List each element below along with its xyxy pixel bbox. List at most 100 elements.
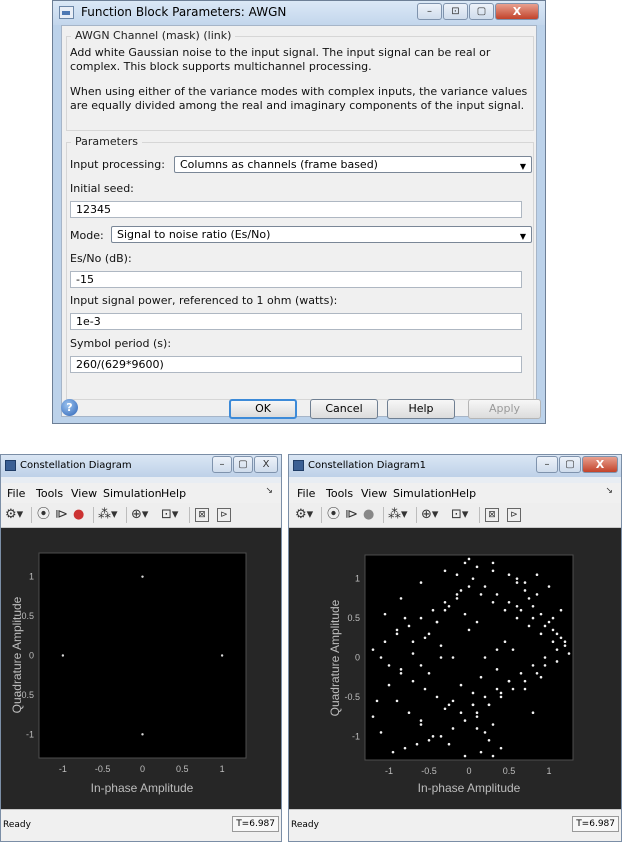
stop-icon[interactable]: ●: [363, 507, 374, 523]
close-button[interactable]: X: [582, 456, 618, 473]
apply-button[interactable]: Apply: [468, 399, 541, 419]
restore-button[interactable]: ⊡: [443, 3, 468, 20]
constellation-point: [439, 735, 443, 738]
dialog-title-bar[interactable]: Function Block Parameters: AWGN – ⊡ ▢ X: [53, 1, 545, 25]
zoom-in-icon[interactable]: ⊕▾: [421, 507, 438, 523]
menu-help[interactable]: Help: [451, 487, 476, 500]
minimize-button[interactable]: –: [536, 456, 558, 473]
constellation-point: [419, 719, 423, 722]
menu-help[interactable]: Help: [161, 487, 186, 500]
constellation-point: [531, 664, 535, 667]
constellation-point: [220, 654, 224, 657]
help-question-icon[interactable]: ?: [61, 399, 78, 416]
x-tick-label: 1: [546, 766, 551, 776]
maximize-button[interactable]: ▢: [469, 3, 494, 20]
input-processing-select[interactable]: Columns as channels (frame based) ▼: [174, 156, 532, 173]
measurement-icon[interactable]: ⊳: [507, 508, 521, 522]
autoscale-icon[interactable]: ⊠: [485, 508, 499, 522]
chevron-down-icon: ▼: [519, 232, 526, 241]
constellation-point: [451, 727, 455, 730]
constellation-point: [535, 671, 539, 675]
dock-arrow-icon[interactable]: ↘: [605, 486, 613, 496]
mask-description-1: Add white Gaussian noise to the input si…: [70, 46, 491, 73]
power-label: Input signal power, referenced to 1 ohm …: [70, 294, 338, 307]
y-tick-label: 1: [29, 572, 34, 582]
constellation-point: [463, 612, 467, 616]
window-title-bar[interactable]: Constellation Diagram1 – ▢ X: [289, 455, 621, 477]
x-axis-label: In-phase Amplitude: [91, 781, 194, 795]
constellation-point: [491, 561, 495, 565]
esno-field[interactable]: -15: [70, 271, 522, 288]
maximize-button[interactable]: ▢: [233, 456, 253, 473]
stop-icon[interactable]: ●: [73, 507, 84, 523]
y-tick-label: 1: [355, 574, 360, 584]
autoscale-icon[interactable]: ⊠: [195, 508, 209, 522]
simulation-time: T=6.987: [572, 816, 619, 832]
cancel-button[interactable]: Cancel: [310, 399, 378, 419]
constellation-point: [395, 628, 399, 632]
menu-view[interactable]: View: [71, 487, 97, 500]
toolbar: ⚙▾ ⦿ ⧐ ● ⁂▾ ⊕▾ ⊡▾ ⊠ ⊳: [1, 503, 281, 528]
x-tick-label: -0.5: [421, 766, 437, 776]
constellation-point: [523, 687, 527, 691]
window-title-bar[interactable]: Constellation Diagram – ▢ X: [1, 455, 281, 477]
highlight-icon[interactable]: ⁂▾: [98, 507, 118, 523]
constellation-point: [391, 750, 395, 754]
constellation-point: [543, 656, 547, 659]
axes-background: [38, 552, 247, 759]
dock-arrow-icon[interactable]: ↘: [265, 486, 273, 496]
menu-simulation[interactable]: Simulation: [103, 487, 162, 500]
highlight-icon[interactable]: ⁂▾: [388, 507, 408, 523]
constellation-point: [403, 746, 407, 750]
run-icon[interactable]: ⦿: [327, 507, 340, 523]
menu-file[interactable]: File: [297, 487, 315, 500]
constellation-point: [539, 632, 543, 636]
constellation-point: [475, 715, 479, 718]
minimize-button[interactable]: –: [212, 456, 232, 473]
symbol-period-field[interactable]: 260/(629*9600): [70, 356, 522, 373]
menu-file[interactable]: File: [7, 487, 25, 500]
parameters-title: Parameters: [71, 135, 142, 148]
mode-select[interactable]: Signal to noise ratio (Es/No) ▼: [111, 226, 532, 243]
plot-panel: -1 -0.5 0 0.5 1 -1 -0.5 0 0.5 1 In-phase Amplitu…: [289, 528, 621, 810]
power-field[interactable]: 1e-3: [70, 313, 522, 330]
constellation-point: [563, 640, 567, 644]
constellation-point: [471, 577, 475, 580]
measurement-icon[interactable]: ⊳: [217, 508, 231, 522]
y-tick-label: -1: [26, 729, 34, 739]
menu-view[interactable]: View: [361, 487, 387, 500]
help-button[interactable]: Help: [387, 399, 455, 419]
constellation-point: [467, 585, 471, 588]
y-tick-label: -1: [352, 731, 360, 741]
initial-seed-field[interactable]: 12345: [70, 201, 522, 218]
menu-tools[interactable]: Tools: [36, 487, 63, 500]
minimize-button[interactable]: –: [417, 3, 442, 20]
step-forward-icon[interactable]: ⧐: [55, 507, 68, 523]
maximize-button[interactable]: ▢: [559, 456, 581, 473]
zoom-in-icon[interactable]: ⊕▾: [131, 507, 148, 523]
constellation-point: [495, 687, 499, 691]
mode-value: Signal to noise ratio (Es/No): [117, 228, 271, 241]
constellation-point: [511, 687, 515, 691]
close-button[interactable]: X: [254, 456, 278, 473]
close-button[interactable]: X: [495, 3, 539, 20]
constellation-point: [531, 711, 535, 714]
settings-icon[interactable]: ⚙▾: [5, 507, 23, 523]
plot-panel: -1 -0.5 0 0.5 1 -1 -0.5 0 0.5 1 In-phase Amplitu…: [1, 528, 281, 810]
scope-icon: [293, 460, 304, 471]
zoom-box-icon[interactable]: ⊡▾: [161, 507, 178, 523]
menu-tools[interactable]: Tools: [326, 487, 353, 500]
menu-simulation[interactable]: Simulation: [393, 487, 452, 500]
constellation-point: [407, 624, 411, 628]
step-forward-icon[interactable]: ⧐: [345, 507, 358, 523]
constellation-point: [515, 581, 519, 584]
settings-icon[interactable]: ⚙▾: [295, 507, 313, 523]
ok-button[interactable]: OK: [229, 399, 297, 419]
constellation-point: [419, 581, 423, 584]
constellation-point: [483, 585, 487, 588]
constellation-point: [419, 723, 423, 726]
run-icon[interactable]: ⦿: [37, 507, 50, 523]
constellation-point: [539, 675, 543, 679]
zoom-box-icon[interactable]: ⊡▾: [451, 507, 468, 523]
mask-title: AWGN Channel (mask) (link): [71, 29, 236, 42]
